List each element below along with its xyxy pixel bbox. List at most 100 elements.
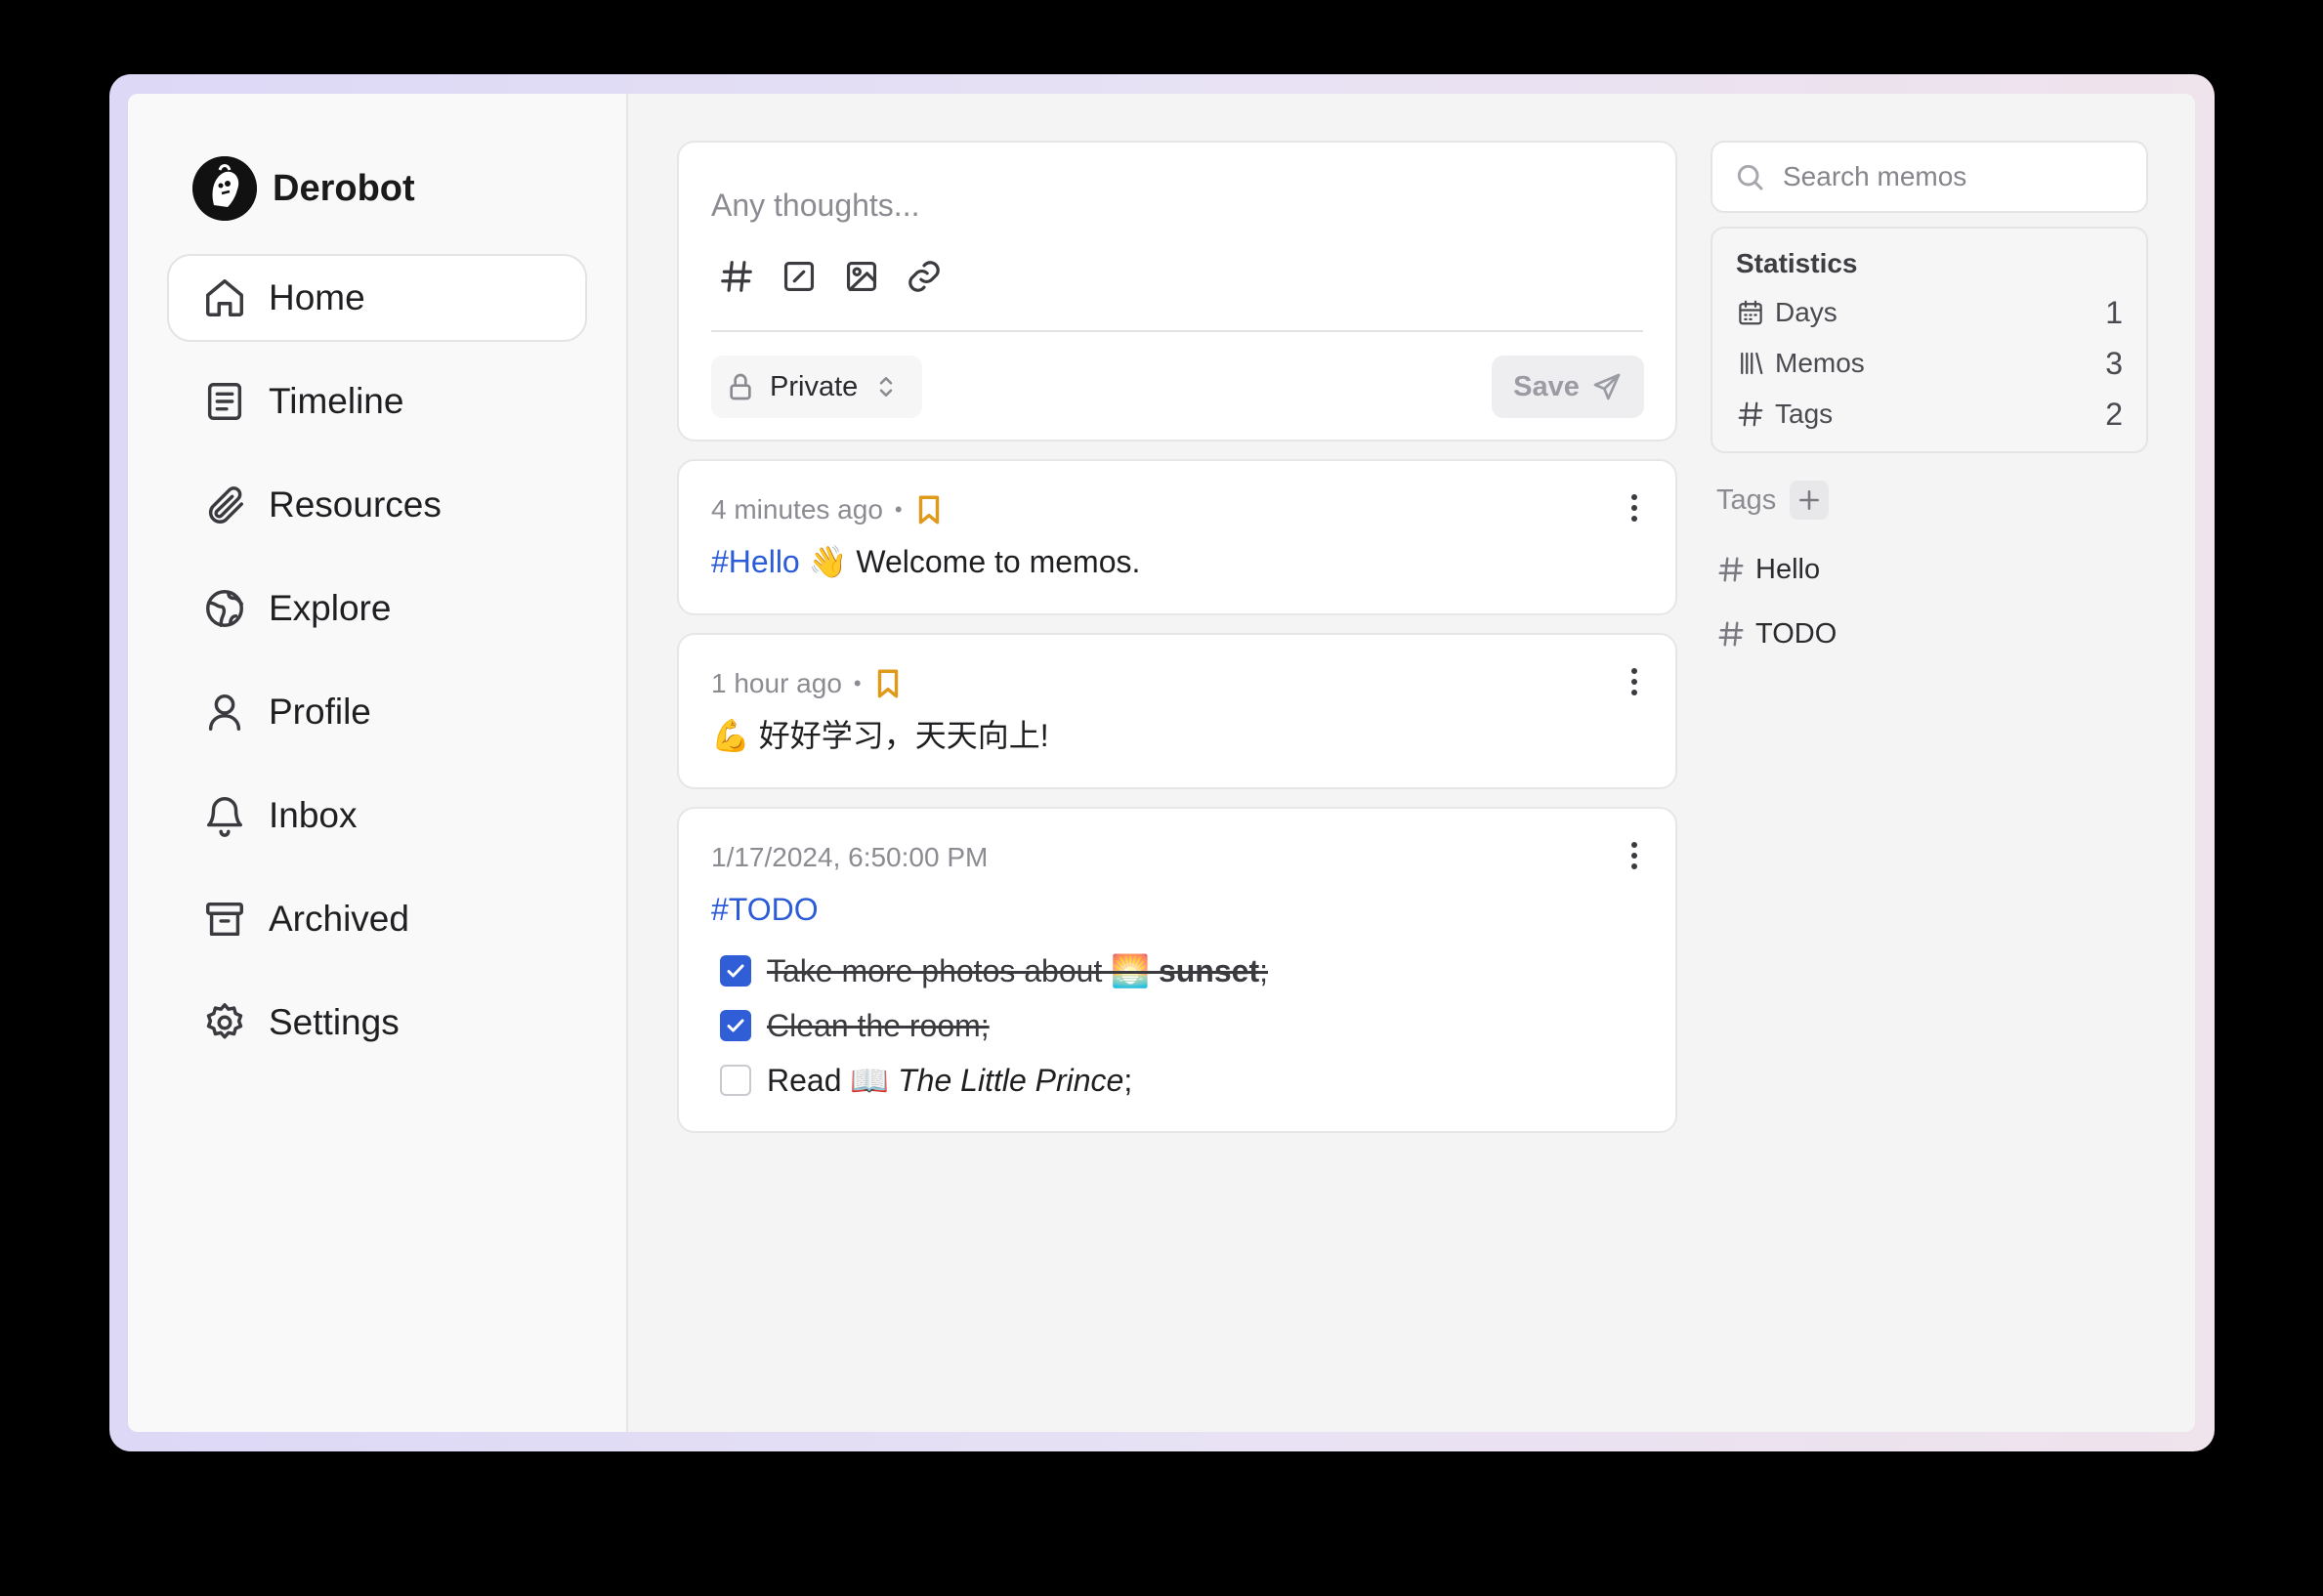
- memo-content: 💪 好好学习，天天向上!: [711, 717, 1049, 754]
- save-label: Save: [1513, 370, 1580, 402]
- memo-time[interactable]: 4 minutes ago: [711, 494, 883, 525]
- todo-checkbox[interactable]: [720, 1010, 751, 1041]
- stat-value: 1: [2105, 294, 2123, 330]
- search-input[interactable]: [1783, 161, 2115, 192]
- todo-text-part: Read 📖: [767, 1063, 899, 1098]
- editor-input[interactable]: Any thoughts...: [711, 188, 919, 224]
- right-panel: Statistics Days 1 Memos 3 Tags 2 Tags: [1711, 141, 2148, 666]
- memo-text: 👋 Welcome to memos.: [799, 544, 1141, 579]
- stat-label: Tags: [1775, 399, 1834, 429]
- nav-item-home[interactable]: Home: [167, 254, 587, 342]
- todo-checkbox[interactable]: [720, 1065, 751, 1096]
- tags-title: Tags: [1716, 483, 1777, 516]
- timeline-icon: [202, 379, 247, 424]
- gear-icon: [202, 1000, 247, 1045]
- stat-value: 2: [2105, 396, 2123, 432]
- todo-item: Take more photos about 🌅 sunset;: [720, 944, 1268, 998]
- archive-icon: [202, 897, 247, 942]
- nav-label: Explore: [269, 588, 392, 628]
- lock-icon: [730, 373, 751, 400]
- memo-card: 1 hour ago • 💪 好好学习，天天向上!: [677, 633, 1677, 789]
- divider: [711, 330, 1643, 332]
- nav-label: Settings: [269, 1002, 400, 1042]
- memo-meta: 1 hour ago •: [711, 664, 903, 703]
- nav-item-explore[interactable]: Explore: [167, 565, 587, 652]
- nav-item-inbox[interactable]: Inbox: [167, 772, 587, 860]
- hash-icon: [1718, 621, 1744, 647]
- plus-icon: [1799, 490, 1820, 510]
- nav-item-profile[interactable]: Profile: [167, 668, 587, 756]
- library-icon: [1741, 352, 1763, 375]
- meta-separator: •: [853, 671, 862, 695]
- user-icon: [202, 690, 247, 735]
- search-box[interactable]: [1711, 141, 2148, 213]
- todo-checkbox[interactable]: [720, 955, 751, 987]
- nav-label: Profile: [269, 692, 371, 732]
- memo-time[interactable]: 1 hour ago: [711, 668, 842, 699]
- memo-meta: 1/17/2024, 6:50:00 PM: [711, 838, 988, 877]
- home-icon: [202, 275, 247, 320]
- nav-item-timeline[interactable]: Timeline: [167, 357, 587, 445]
- bookmark-icon[interactable]: [873, 667, 903, 700]
- nav-label: Home: [269, 277, 365, 317]
- todo-item: Read 📖 The Little Prince;: [720, 1053, 1268, 1108]
- memo-meta: 4 minutes ago •: [711, 490, 944, 529]
- more-options-icon[interactable]: [1628, 842, 1640, 875]
- stat-label: Memos: [1775, 348, 1865, 378]
- avatar: [192, 156, 257, 221]
- tag-list: Hello TODO: [1711, 537, 2148, 666]
- add-tag-button[interactable]: [1790, 481, 1830, 520]
- memo-card: 4 minutes ago • #Hello 👋 Welcome to memo…: [677, 459, 1677, 615]
- tag-item-hello[interactable]: Hello: [1716, 537, 2148, 602]
- nav-item-archived[interactable]: Archived: [167, 875, 587, 963]
- tags-header: Tags: [1711, 481, 2148, 520]
- globe-icon: [202, 586, 247, 631]
- memo-time[interactable]: 1/17/2024, 6:50:00 PM: [711, 842, 988, 873]
- stat-row-days: Days 1: [1736, 287, 2123, 338]
- hash-icon[interactable]: [718, 258, 755, 295]
- meta-separator: •: [894, 497, 903, 522]
- bookmark-icon[interactable]: [914, 493, 944, 526]
- nav-label: Archived: [269, 899, 409, 939]
- save-button[interactable]: Save: [1492, 356, 1644, 418]
- nav-item-resources[interactable]: Resources: [167, 461, 587, 549]
- stat-row-tags: Tags 2: [1736, 389, 2123, 440]
- todo-text-part: ;: [1259, 953, 1268, 988]
- search-icon: [1737, 164, 1763, 190]
- hash-icon: [1718, 557, 1744, 582]
- nav-label: Timeline: [269, 381, 404, 421]
- todo-list: Take more photos about 🌅 sunset; Clean t…: [720, 944, 1268, 1108]
- stat-value: 3: [2105, 345, 2123, 381]
- todo-text: Read 📖 The Little Prince;: [767, 1062, 1132, 1099]
- memo-tag-link[interactable]: #Hello: [711, 544, 800, 579]
- tag-item-todo[interactable]: TODO: [1716, 602, 2148, 666]
- memo-tag-link[interactable]: #TODO: [711, 892, 819, 927]
- more-options-icon[interactable]: [1628, 668, 1640, 701]
- checkbox-icon[interactable]: [781, 258, 818, 295]
- todo-text-part: ;: [1123, 1063, 1133, 1098]
- memo-text: 💪 好好学习，天天向上!: [711, 718, 1049, 753]
- bell-icon: [202, 793, 247, 838]
- statistics-title: Statistics: [1736, 248, 1858, 278]
- nav-label: Inbox: [269, 795, 358, 835]
- memo-content: #Hello 👋 Welcome to memos.: [711, 543, 1140, 580]
- memo-editor: Any thoughts... Private Save: [677, 141, 1677, 441]
- link-icon[interactable]: [906, 258, 943, 295]
- statistics-panel: Statistics Days 1 Memos 3 Tags 2: [1711, 227, 2148, 453]
- memo-card: 1/17/2024, 6:50:00 PM #TODO Take more ph…: [677, 807, 1677, 1133]
- brand-name: Derobot: [273, 167, 415, 209]
- todo-text-part: Take more photos about 🌅: [767, 953, 1159, 988]
- visibility-select[interactable]: Private: [711, 356, 922, 418]
- tag-name: Hello: [1755, 553, 1821, 585]
- nav-item-settings[interactable]: Settings: [167, 979, 587, 1067]
- chevron-up-down-icon: [880, 377, 893, 397]
- todo-item: Clean the room;: [720, 998, 1268, 1053]
- more-options-icon[interactable]: [1628, 494, 1640, 527]
- sidebar: Derobot Home Timeline Resources Explore …: [128, 94, 628, 1432]
- visibility-label: Private: [770, 370, 859, 402]
- image-icon[interactable]: [843, 258, 880, 295]
- todo-text: Take more photos about 🌅 sunset;: [767, 952, 1268, 989]
- stat-row-memos: Memos 3: [1736, 338, 2123, 389]
- brand[interactable]: Derobot: [192, 156, 415, 221]
- tag-name: TODO: [1755, 617, 1837, 650]
